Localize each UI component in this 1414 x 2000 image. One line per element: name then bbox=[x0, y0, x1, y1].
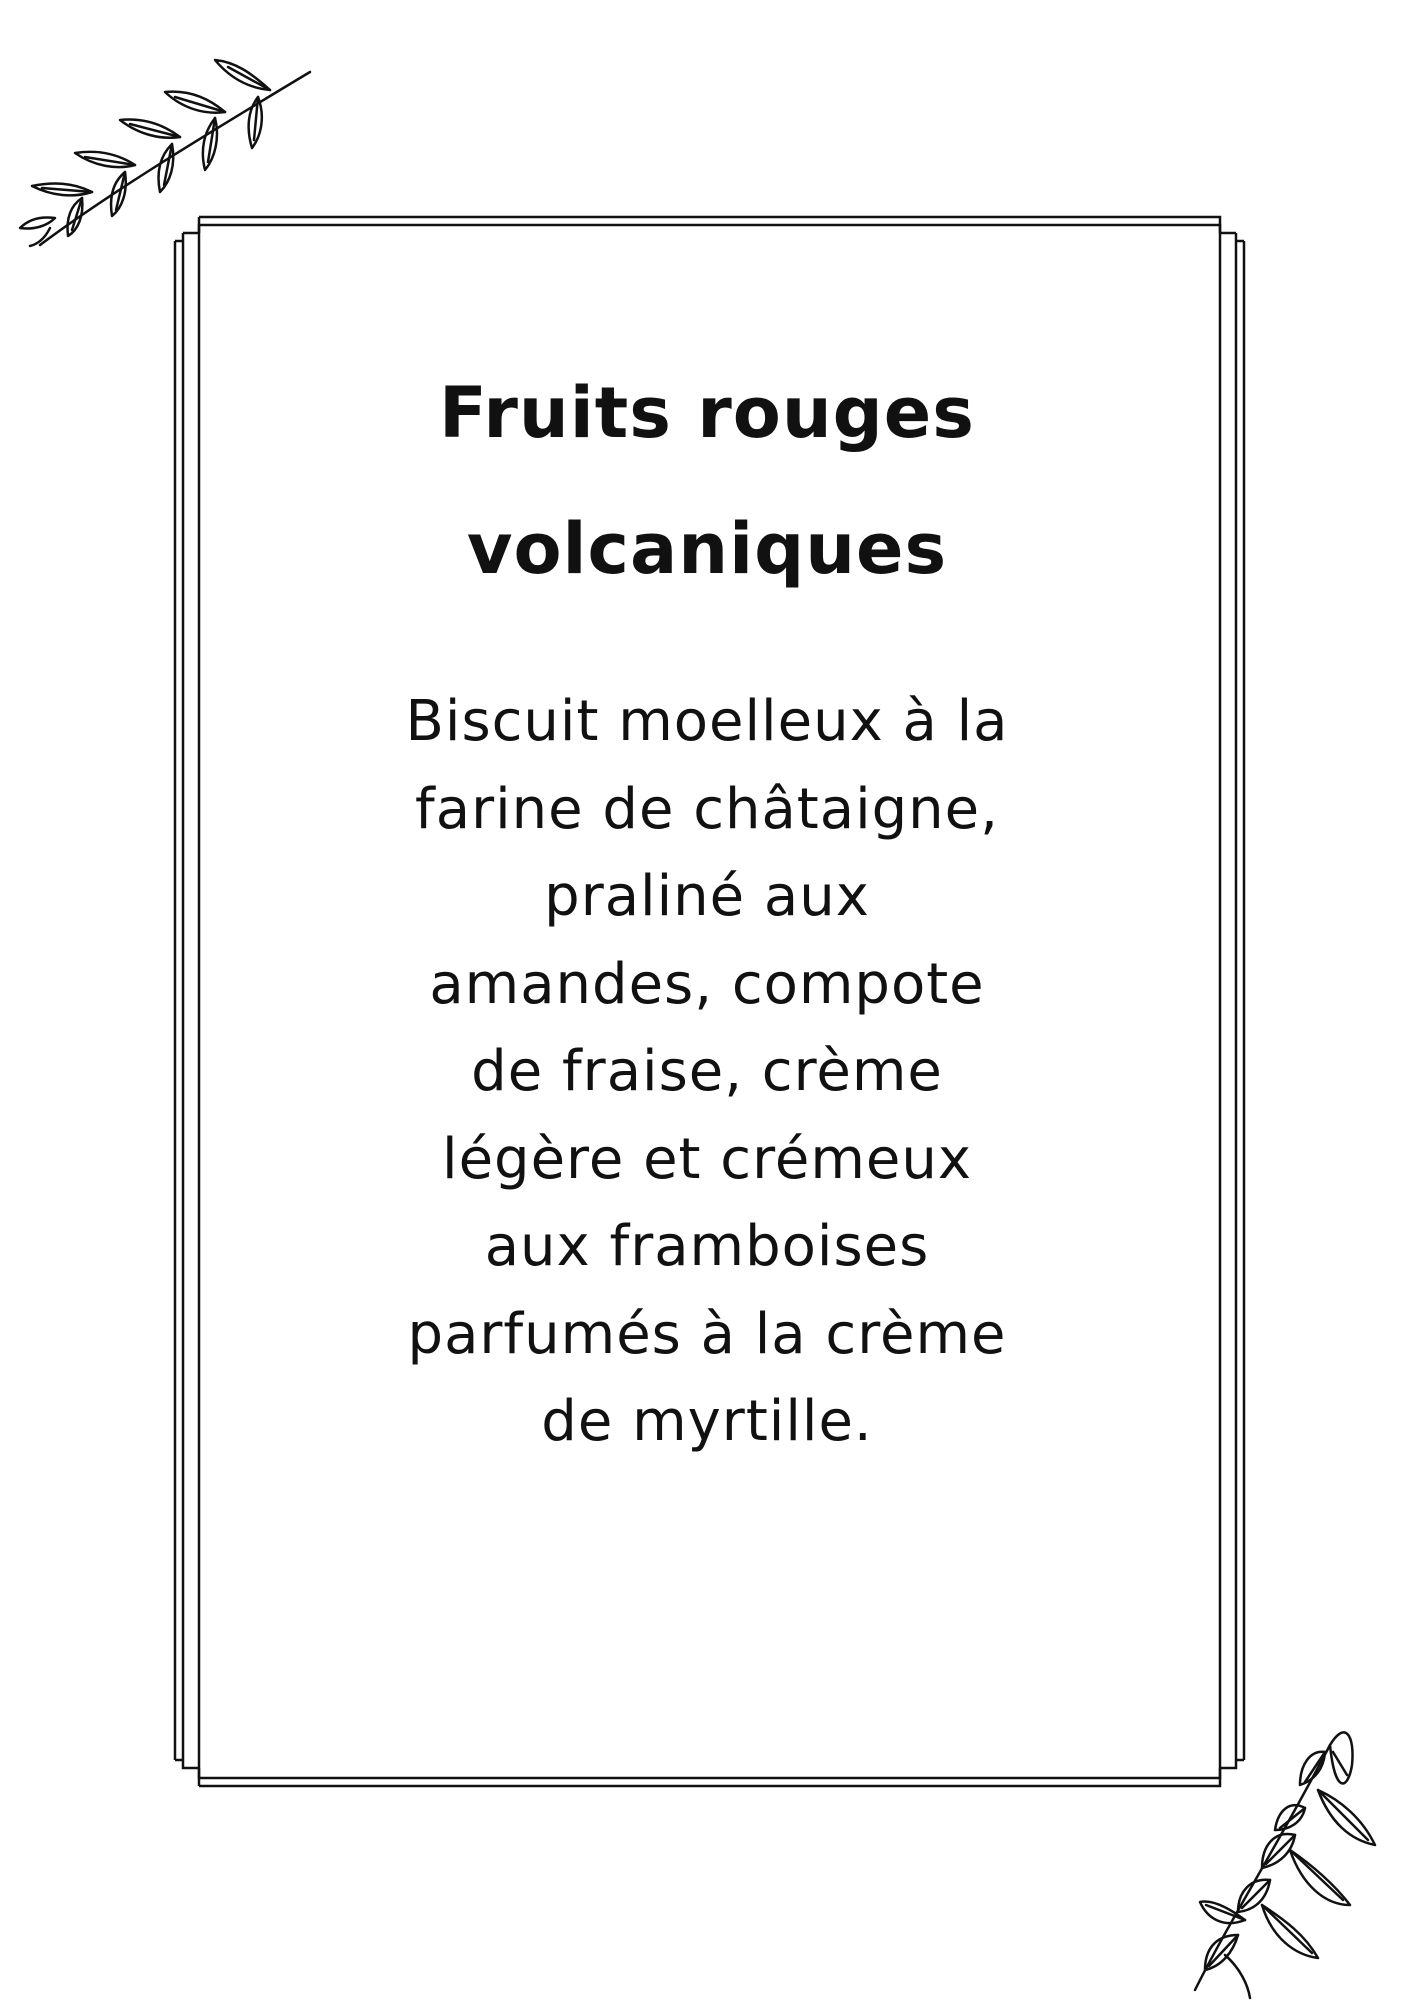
leafy-branch-icon bbox=[1193, 1731, 1377, 2000]
dish-description: Biscuit moelleux à la farine de châtaign… bbox=[405, 689, 1009, 1454]
dish-title: Fruits rouges volcaniques bbox=[439, 372, 975, 590]
